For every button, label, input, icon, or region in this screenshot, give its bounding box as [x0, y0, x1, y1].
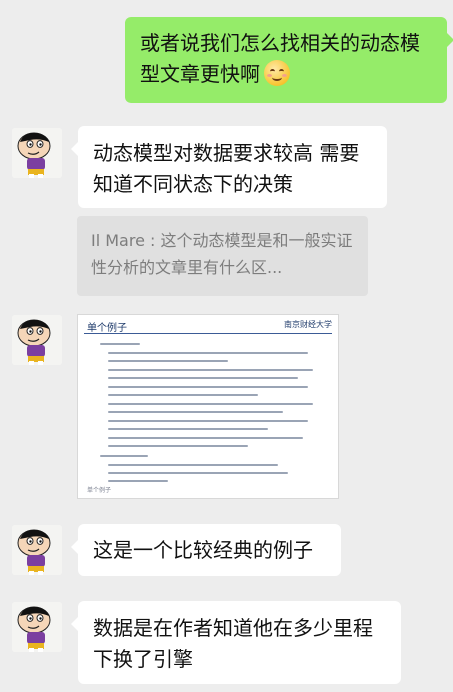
- slide-text-line: [108, 420, 308, 422]
- slide-text-line: [108, 464, 278, 466]
- slide-text-line: [108, 352, 308, 354]
- slide-title: 单个例子: [87, 323, 127, 334]
- slide-text-line: [108, 360, 228, 362]
- slide-text-line: [108, 411, 283, 413]
- slide-text-line: [100, 343, 140, 345]
- message-text: 数据是在作者知道他在多少里程下换了引擎: [93, 616, 373, 671]
- slide-footer: 单个例子: [87, 487, 112, 494]
- slide-text-line: [108, 386, 308, 388]
- slide-text-line: [108, 437, 303, 439]
- slide-text-line: [108, 480, 168, 482]
- contact-avatar[interactable]: [12, 128, 62, 178]
- smiling-face-icon: [264, 60, 290, 86]
- sent-message-bubble[interactable]: 或者说我们怎么找相关的动态模型文章更快啊: [125, 17, 453, 103]
- slide-divider: [84, 333, 332, 334]
- contact-avatar[interactable]: [12, 525, 62, 575]
- message-text: 这是一个比较经典的例子: [93, 538, 313, 562]
- slide-text-line: [108, 428, 268, 430]
- received-message-bubble[interactable]: 数据是在作者知道他在多少里程下换了引擎: [71, 601, 401, 684]
- slide-text-line: [108, 403, 313, 405]
- quote-text: Il Mare : 这个动态模型是和一般实证性分析的文章里有什么区...: [91, 231, 353, 277]
- slide-text-line: [108, 394, 258, 396]
- slide-text-line: [108, 445, 248, 447]
- received-message-bubble[interactable]: 动态模型对数据要求较高 需要知道不同状态下的决策: [71, 126, 387, 208]
- slide-text-line: [108, 369, 313, 371]
- slide-text-line: [108, 472, 288, 474]
- contact-avatar[interactable]: [12, 602, 62, 652]
- slide-text-line: [108, 377, 298, 379]
- contact-avatar[interactable]: [12, 315, 62, 365]
- slide-logo: 南京财经大学: [284, 320, 332, 329]
- slide-text-line: [100, 455, 148, 457]
- quoted-reply-preview[interactable]: Il Mare : 这个动态模型是和一般实证性分析的文章里有什么区...: [77, 216, 368, 296]
- message-text: 动态模型对数据要求较高 需要知道不同状态下的决策: [93, 141, 360, 196]
- received-message-bubble[interactable]: 这是一个比较经典的例子: [71, 524, 341, 576]
- image-message-slide[interactable]: 单个例子 南京财经大学 单个例子: [77, 314, 339, 499]
